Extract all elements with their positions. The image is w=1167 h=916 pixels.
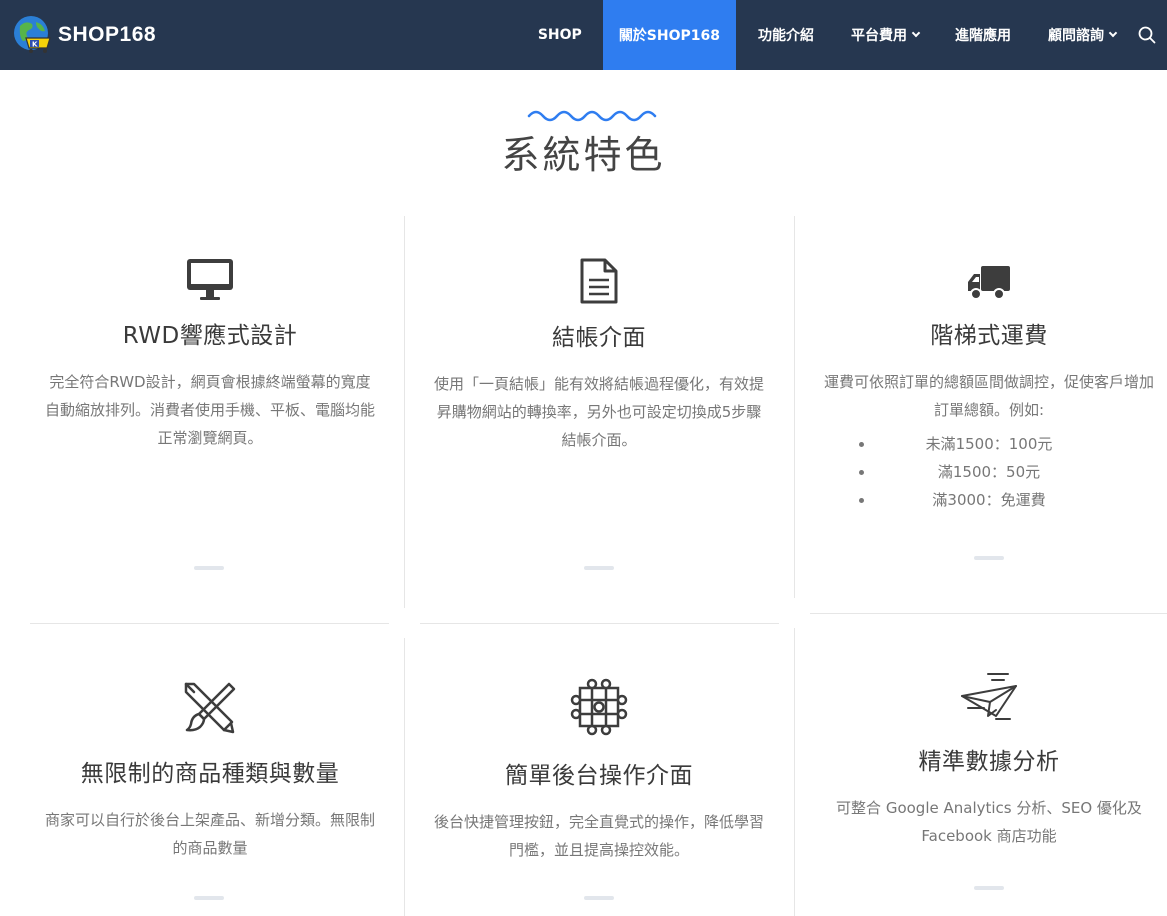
grid-divider — [420, 623, 779, 624]
grid-divider — [30, 623, 389, 624]
nav-label: 關於SHOP168 — [618, 28, 720, 44]
svg-text:K: K — [32, 41, 38, 49]
feature-title: RWD響應式設計 — [122, 323, 298, 349]
brand-name: SHOP168 — [58, 23, 157, 46]
search-button[interactable] — [1124, 0, 1167, 70]
list-item: 滿1500：50元 — [829, 458, 1149, 486]
search-icon — [1138, 26, 1156, 44]
nav-label: 功能介紹 — [758, 28, 814, 44]
grid-divider — [794, 628, 795, 916]
feature-description: 運費可依照訂單的總額區間做調控，促使客戶增加訂單總額。例如: — [823, 373, 1154, 419]
nav-item-shop[interactable]: SHOP — [518, 0, 603, 70]
feature-title: 結帳介面 — [552, 325, 646, 351]
chevron-down-icon — [911, 28, 921, 38]
nav-item-pricing[interactable]: 平台費用 — [833, 0, 937, 70]
card-divider — [584, 896, 614, 900]
feature-title: 無限制的商品種類與數量 — [80, 761, 340, 787]
feature-description: 後台快捷管理按鈕，完全直覺式的操作，降低學習門檻，並且提高操控效能。 — [434, 813, 765, 859]
card-divider — [584, 566, 614, 570]
nav-label: 平台費用 — [851, 28, 907, 44]
feature-card-products: 無限制的商品種類與數量 商家可以自行於後台上架產品、新增分類。無限制的商品數量 — [30, 680, 390, 862]
pencil-brush-icon — [184, 682, 236, 734]
grid-divider — [794, 216, 795, 598]
nav-label: 顧問諮詢 — [1048, 28, 1104, 44]
nav-label: 進階應用 — [955, 28, 1011, 44]
grid-divider — [810, 613, 1167, 614]
feature-card-rwd: RWD響應式設計 完全符合RWD設計，網頁會根據終端螢幕的寬度自動縮放排列。消費… — [30, 258, 390, 452]
feature-title: 階梯式運費 — [930, 323, 1048, 349]
paper-plane-icon — [961, 673, 1017, 720]
grid-divider — [404, 216, 405, 608]
monitor-icon — [187, 259, 233, 300]
feature-description: 使用「一頁結帳」能有效將結帳過程優化，有效提昇購物網站的轉換率，另外也可設定切換… — [434, 375, 765, 449]
wave-decoration-icon — [527, 110, 657, 122]
nav-item-advanced[interactable]: 進階應用 — [937, 0, 1029, 70]
list-item: 滿3000：免運費 — [829, 486, 1149, 514]
shipping-tier-list: 未滿1500：100元 滿1500：50元 滿3000：免運費 — [809, 430, 1167, 514]
chevron-down-icon — [1108, 28, 1118, 38]
globe-cart-icon: K — [14, 16, 51, 53]
card-divider — [974, 556, 1004, 560]
card-divider — [974, 886, 1004, 890]
nav-item-about[interactable]: 關於SHOP168 — [602, 0, 736, 70]
truck-icon — [968, 266, 1010, 300]
main-nav: SHOP 關於SHOP168 功能介紹 平台費用 進階應用 顧問諮詢 — [518, 0, 1167, 70]
document-icon — [580, 258, 618, 304]
nav-label: SHOP — [537, 27, 582, 43]
node-grid-icon — [570, 678, 628, 736]
feature-card-analytics: 精準數據分析 可整合 Google Analytics 分析、SEO 優化及 F… — [809, 672, 1167, 850]
feature-description: 商家可以自行於後台上架產品、新增分類。無限制的商品數量 — [45, 811, 376, 857]
nav-item-consulting[interactable]: 顧問諮詢 — [1029, 0, 1124, 70]
feature-description: 完全符合RWD設計，網頁會根據終端螢幕的寬度自動縮放排列。消費者使用手機、平板、… — [45, 373, 376, 447]
card-divider — [194, 896, 224, 900]
brand-logo[interactable]: K SHOP168 — [12, 12, 156, 58]
feature-title: 簡單後台操作介面 — [505, 763, 693, 789]
top-navbar: K SHOP168 SHOP 關於SHOP168 功能介紹 平台費用 進階應用 … — [0, 0, 1167, 70]
grid-divider — [404, 638, 405, 916]
feature-card-backend: 簡單後台操作介面 後台快捷管理按鈕，完全直覺式的操作，降低學習門檻，並且提高操控… — [419, 678, 779, 864]
nav-item-features[interactable]: 功能介紹 — [736, 0, 833, 70]
card-divider — [194, 566, 224, 570]
feature-card-checkout: 結帳介面 使用「一頁結帳」能有效將結帳過程優化，有效提昇購物網站的轉換率，另外也… — [419, 258, 779, 454]
feature-title: 精準數據分析 — [918, 749, 1060, 775]
feature-card-shipping: 階梯式運費 運費可依照訂單的總額區間做調控，促使客戶增加訂單總額。例如: 未滿1… — [809, 264, 1167, 514]
feature-description: 可整合 Google Analytics 分析、SEO 優化及 Facebook… — [836, 799, 1142, 845]
section-title: 系統特色 — [501, 133, 666, 177]
list-item: 未滿1500：100元 — [829, 430, 1149, 458]
